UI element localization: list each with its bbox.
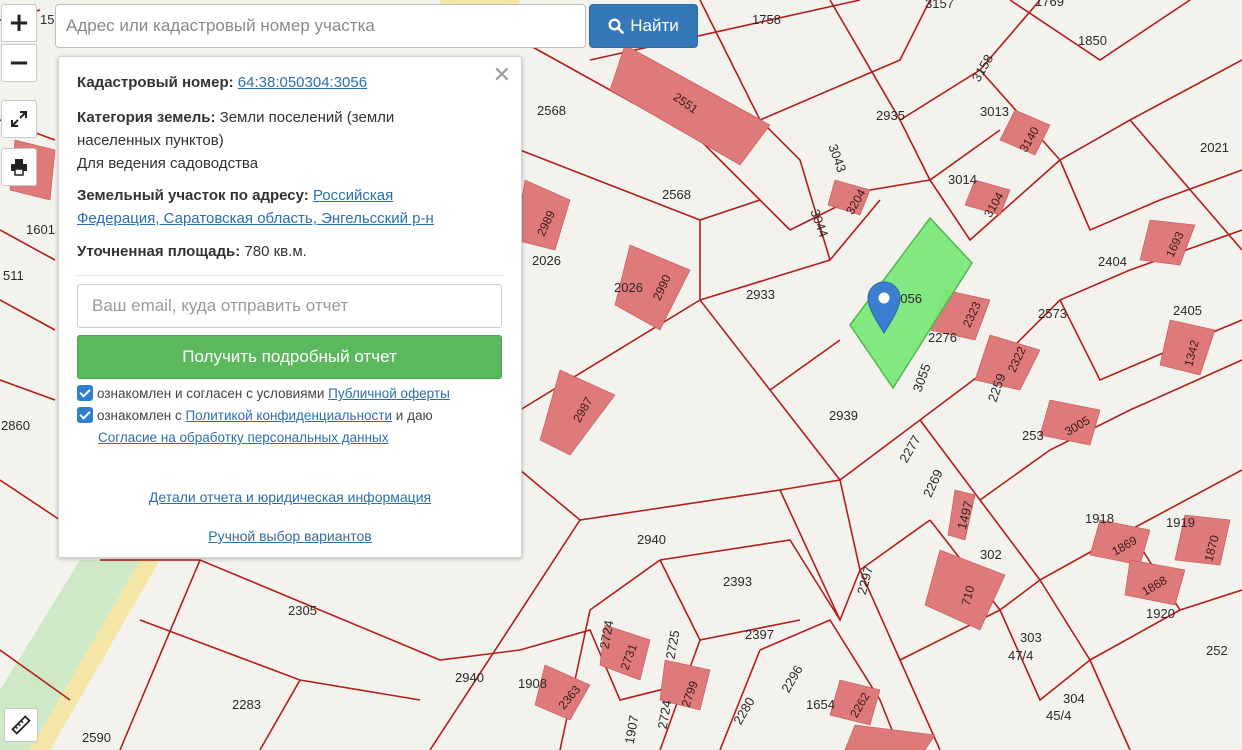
manual-selection-link[interactable]: Ручной выбор вариантов	[208, 528, 372, 544]
plot-label: 2940	[455, 670, 484, 685]
privacy-consent-text: ознакомлен с	[97, 408, 182, 423]
get-report-button[interactable]: Получить подробный отчет	[77, 335, 502, 379]
privacy-consent-checkbox[interactable]	[77, 407, 93, 423]
plot-label: 1654	[806, 697, 835, 712]
land-category-value: Земли поселений (земли	[219, 109, 395, 126]
plot-label: 1920	[1146, 606, 1175, 621]
plot-label: 47/4	[1008, 648, 1033, 663]
offer-consent-text: ознакомлен и согласен с условиями	[97, 386, 325, 401]
plot-label: 2026	[614, 280, 643, 295]
plot-label: 3157	[925, 0, 954, 11]
address-label: Земельный участок по адресу:	[77, 187, 309, 204]
personal-data-row: Согласие на обработку персональных данны…	[98, 429, 389, 447]
plot-label: 2393	[723, 574, 752, 589]
area-value: 780 кв.м.	[244, 243, 307, 260]
plot-label: 3014	[948, 172, 977, 187]
cadastral-number-link[interactable]: 64:38:050304:3056	[238, 74, 367, 91]
ruler-button[interactable]	[4, 708, 38, 742]
plot-label: 2283	[232, 697, 261, 712]
privacy-consent-row: ознакомлен с Политикой конфиденциальност…	[77, 407, 433, 425]
fullscreen-button[interactable]	[1, 100, 37, 138]
plot-label: 1601	[26, 222, 55, 237]
offer-consent-row: ознакомлен и согласен с условиями Публич…	[77, 385, 450, 403]
area-label: Уточненная площадь:	[77, 243, 241, 260]
cadastral-number-row: Кадастровый номер: 64:38:050304:3056	[77, 71, 503, 94]
plot-label: 2021	[1200, 140, 1229, 155]
plot-label: 1908	[518, 676, 547, 691]
plot-label: 2276	[928, 330, 957, 345]
plot-label: 2933	[746, 287, 775, 302]
plot-label: 2404	[1098, 254, 1127, 269]
personal-data-consent-link[interactable]: Согласие на обработку персональных данны…	[98, 430, 389, 445]
zoom-out-button[interactable]: −	[1, 44, 37, 82]
email-field[interactable]	[77, 284, 502, 328]
land-category-label: Категория земель:	[77, 109, 216, 126]
cadastral-number-label: Кадастровый номер:	[77, 74, 234, 91]
plot-label: 2940	[637, 532, 666, 547]
zoom-in-button[interactable]: +	[1, 4, 37, 42]
plot-label: 2405	[1173, 303, 1202, 318]
printer-icon	[11, 159, 27, 176]
divider	[77, 275, 503, 276]
plot-label: 1919	[1166, 515, 1195, 530]
plot-label: 252	[1206, 643, 1228, 658]
land-category-value-cont: населенных пунктов)	[77, 132, 224, 149]
plot-label: 1769	[1035, 0, 1064, 9]
privacy-policy-link[interactable]: Политикой конфиденциальности	[185, 408, 392, 423]
report-details-link[interactable]: Детали отчета и юридическая информация	[149, 489, 431, 505]
address-row: Земельный участок по адресу: Российская …	[77, 184, 503, 230]
plot-label: 2590	[82, 730, 111, 745]
plot-label: 1850	[1078, 33, 1107, 48]
print-button[interactable]	[1, 148, 37, 186]
plot-label: 2568	[662, 187, 691, 202]
address-link[interactable]: Российская	[313, 187, 393, 204]
plot-label: 2860	[1, 418, 30, 433]
manual-row: Ручной выбор вариантов	[59, 528, 521, 544]
plot-label: 2573	[1038, 306, 1067, 321]
plot-label: 304	[1063, 691, 1085, 706]
offer-consent-checkbox[interactable]	[77, 385, 93, 401]
public-offer-link[interactable]: Публичной оферты	[328, 386, 450, 401]
address-link-cont[interactable]: Федерация, Саратовская область, Энгельсс…	[77, 210, 434, 227]
plot-label: 1918	[1085, 511, 1114, 526]
parcel-info-panel: ✕ Кадастровый номер: 64:38:050304:3056 К…	[58, 56, 522, 558]
details-row: Детали отчета и юридическая информация	[59, 489, 521, 505]
plot-label: 2397	[745, 627, 774, 642]
search-input[interactable]	[55, 4, 586, 48]
plot-label: 2939	[829, 408, 858, 423]
plot-label: 2935	[876, 108, 905, 123]
plot-label: 2568	[537, 103, 566, 118]
land-usage: Для ведения садоводства	[77, 155, 259, 172]
area-row: Уточненная площадь: 780 кв.м.	[77, 240, 503, 263]
search-icon	[608, 18, 625, 34]
privacy-consent-suffix: и даю	[395, 408, 433, 423]
plot-label: 3013	[980, 104, 1009, 119]
plot-label: 2305	[288, 603, 317, 618]
plot-label: 2026	[532, 253, 561, 268]
search-button[interactable]: Найти	[589, 4, 698, 48]
plot-label: 45/4	[1046, 708, 1071, 723]
ruler-icon	[11, 715, 31, 735]
plot-label: 253	[1022, 428, 1044, 443]
plot-label: 1758	[752, 12, 781, 27]
search-button-label: Найти	[630, 16, 679, 35]
land-category-row: Категория земель: Земли поселений (земли…	[77, 106, 503, 175]
expand-icon	[11, 111, 27, 127]
plot-label: 303	[1020, 630, 1042, 645]
plot-label: 302	[980, 547, 1002, 562]
plot-label: 511	[3, 268, 24, 283]
